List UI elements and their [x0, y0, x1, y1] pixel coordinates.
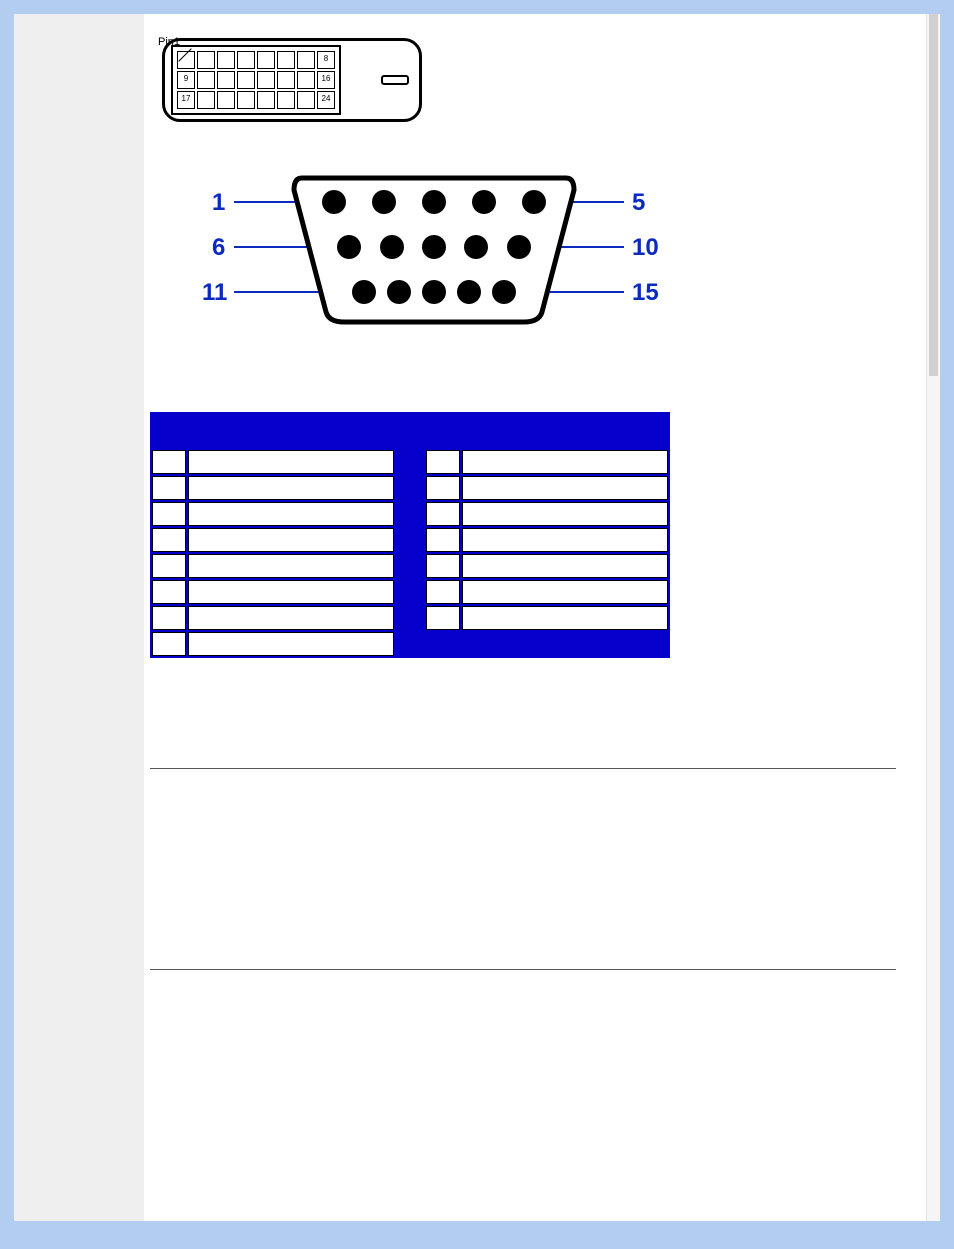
cell-gap: [396, 632, 424, 656]
vga-label-10: 10: [632, 234, 659, 261]
dvi-pin-cell: [237, 71, 255, 89]
cell-pin: [152, 632, 186, 656]
cell-pin: [152, 606, 186, 630]
vga-connector-diagram: 1 6 11 5 10 15: [194, 162, 896, 352]
cell-pin: [152, 476, 186, 500]
vga-label-1: 1: [212, 189, 225, 216]
cell-assign: [188, 476, 394, 500]
cell-assign: [188, 528, 394, 552]
table-header-row: [152, 414, 668, 448]
left-sidebar: [14, 14, 144, 1221]
cell-assign: [462, 476, 668, 500]
vga-label-6: 6: [212, 234, 225, 261]
section-divider: [150, 969, 896, 970]
dvi-pin-cell: [257, 71, 275, 89]
table-row: [152, 450, 668, 474]
section-divider: [150, 768, 896, 769]
header-assignment2: [462, 414, 668, 448]
cell-gap: [396, 580, 424, 604]
cell-pin: [426, 554, 460, 578]
table-row: [152, 606, 668, 630]
table-row: [152, 476, 668, 500]
vga-connector-icon: 1 6 11 5 10 15: [194, 162, 674, 342]
cell-pin: [426, 450, 460, 474]
cell-gap: [396, 450, 424, 474]
cell-pin: [426, 502, 460, 526]
cell-assign: [462, 502, 668, 526]
dvi-pin-cell: [257, 51, 275, 69]
cell-pin: [426, 476, 460, 500]
cell-gap: [396, 554, 424, 578]
cell-pin: [426, 606, 460, 630]
dvi-shell-icon: 8 9 16 17: [162, 38, 422, 122]
pin-assignment-table: [150, 412, 670, 658]
dvi-pin-grid: 8 9 16 17: [177, 51, 335, 109]
dvi-pin-cell: [217, 71, 235, 89]
cell-gap: [396, 528, 424, 552]
dvi-grid-frame: 8 9 16 17: [171, 45, 341, 115]
cell-pin: [152, 528, 186, 552]
dvi-pin-cell: [197, 91, 215, 109]
header-pin: [152, 414, 186, 448]
table-row: [152, 502, 668, 526]
cell-pin: [152, 554, 186, 578]
cell-pin: [152, 580, 186, 604]
vga-label-5: 5: [632, 189, 645, 216]
page-frame: Pin1 8 9: [14, 14, 940, 1221]
dvi-pin-cell: [237, 51, 255, 69]
cell-gap: [426, 632, 460, 656]
dvi-pin-cell: [217, 51, 235, 69]
table-row: [152, 554, 668, 578]
cell-gap: [462, 632, 668, 656]
cell-gap: [396, 502, 424, 526]
dvi-pin-cell: 24: [317, 91, 335, 109]
vga-label-15: 15: [632, 279, 659, 306]
table-row: [152, 528, 668, 552]
cell-gap: [396, 476, 424, 500]
cell-assign: [462, 606, 668, 630]
cell-assign: [188, 606, 394, 630]
cell-pin: [152, 502, 186, 526]
vga-label-11: 11: [202, 279, 227, 306]
cell-assign: [188, 554, 394, 578]
dvi-pin-cell: [297, 71, 315, 89]
dvi-pin-cell: [277, 51, 295, 69]
cell-assign: [188, 502, 394, 526]
dvi-pin-cell: [277, 91, 295, 109]
pin-table: [150, 412, 670, 658]
dvi-pin-cell: [257, 91, 275, 109]
cell-assign: [188, 580, 394, 604]
cell-gap: [396, 606, 424, 630]
dvi-pin-cell: [297, 91, 315, 109]
dvi-pin-cell: [217, 91, 235, 109]
table-row: [152, 632, 668, 656]
cell-pin: [426, 580, 460, 604]
cell-pin: [426, 528, 460, 552]
dvi-pin-cell: [297, 51, 315, 69]
dvi-pin-cell: [197, 51, 215, 69]
dvi-pin-cell: 17: [177, 91, 195, 109]
cell-assign: [462, 528, 668, 552]
cell-assign: [188, 632, 394, 656]
scrollbar-thumb[interactable]: [929, 14, 938, 376]
cell-assign: [462, 554, 668, 578]
table-row: [152, 580, 668, 604]
cell-assign: [462, 580, 668, 604]
cell-pin: [152, 450, 186, 474]
header-gap: [396, 414, 424, 448]
scrollbar-vertical[interactable]: [926, 14, 940, 1221]
dvi-pin-cell: [197, 71, 215, 89]
dvi-pin-cell: [237, 91, 255, 109]
dvi-pin-cell: [277, 71, 295, 89]
dvi-pin-cell: 16: [317, 71, 335, 89]
main-content: Pin1 8 9: [144, 14, 926, 1221]
header-pin2: [426, 414, 460, 448]
dvi-pin-cell: 9: [177, 71, 195, 89]
dvi-pin-cell: 8: [317, 51, 335, 69]
cell-assign: [462, 450, 668, 474]
dvi-ground-slot-icon: [381, 75, 409, 85]
cell-assign: [188, 450, 394, 474]
header-assignment: [188, 414, 394, 448]
dvi-connector-diagram: Pin1 8 9: [150, 38, 896, 122]
